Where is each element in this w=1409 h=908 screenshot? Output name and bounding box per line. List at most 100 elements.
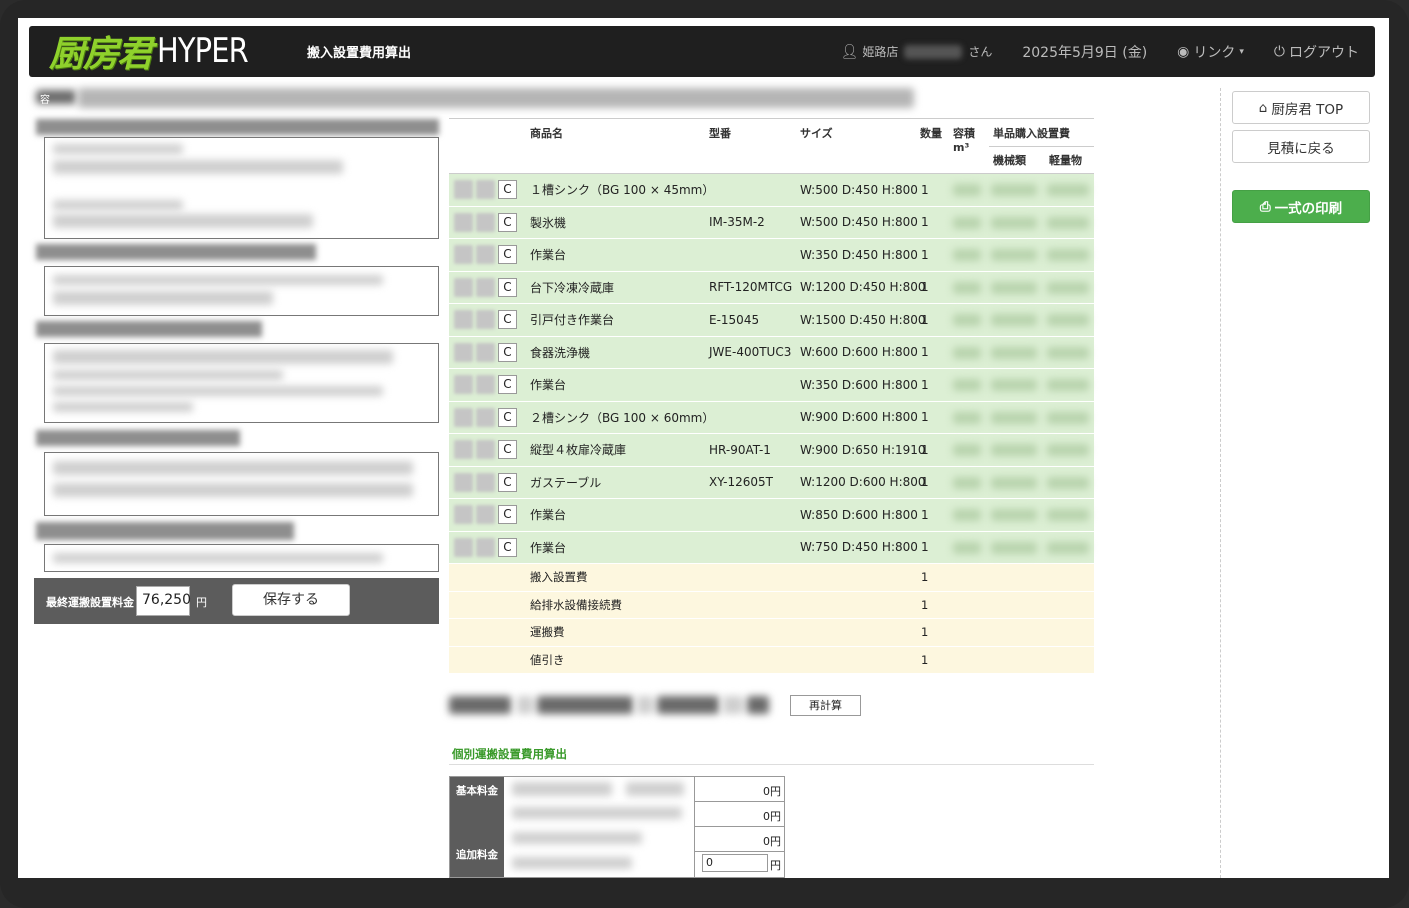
item-size: W:500 D:450 H:800 bbox=[800, 182, 918, 197]
row-action-button[interactable] bbox=[454, 310, 473, 329]
table-row: C ガステーブル XY-12605T W:1200 D:600 H:800 1 bbox=[449, 466, 1094, 499]
row-action-button[interactable] bbox=[476, 212, 495, 232]
copy-row-button[interactable]: C bbox=[498, 212, 517, 232]
copy-row-button[interactable]: C bbox=[498, 375, 517, 394]
print-all-button[interactable]: ⎙ 一式の印刷 bbox=[1232, 190, 1370, 223]
copy-row-button[interactable]: C bbox=[498, 407, 517, 427]
row-actions: C bbox=[454, 245, 517, 264]
row-action-button[interactable] bbox=[454, 180, 473, 199]
copy-row-button[interactable]: C bbox=[498, 310, 517, 329]
item-size: W:900 D:650 H:1910 bbox=[800, 442, 926, 457]
copy-row-button[interactable]: C bbox=[498, 537, 517, 557]
section-box-2 bbox=[44, 266, 439, 316]
fee-row: 値引き 1 bbox=[449, 646, 1094, 674]
row-action-button[interactable] bbox=[476, 537, 495, 557]
copy-row-button[interactable]: C bbox=[498, 472, 517, 492]
redacted-volume bbox=[953, 249, 981, 261]
row-action-button[interactable] bbox=[454, 440, 473, 459]
print-icon: ⎙ bbox=[1259, 198, 1271, 215]
row-action-button[interactable] bbox=[476, 505, 495, 524]
device-frame: 厨房君 HYPER 搬入設置費用算出 👤︎ 姫路店 さん 2025年5月9日 (… bbox=[0, 0, 1409, 908]
redacted-volume bbox=[953, 281, 981, 294]
container-label: 容 bbox=[40, 95, 50, 106]
copy-row-button[interactable]: C bbox=[498, 440, 517, 459]
row-actions: C bbox=[454, 212, 517, 232]
save-button[interactable]: 保存する bbox=[232, 584, 350, 616]
caret-down-icon: ▾ bbox=[1239, 46, 1244, 57]
top-navbar: 厨房君 HYPER 搬入設置費用算出 👤︎ 姫路店 さん 2025年5月9日 (… bbox=[29, 26, 1375, 77]
item-name: 引戸付き作業台 bbox=[530, 313, 615, 328]
app-logo[interactable]: 厨房君 HYPER bbox=[49, 30, 264, 75]
header-qty: 数量 bbox=[920, 127, 942, 140]
copy-row-button[interactable]: C bbox=[498, 505, 517, 524]
item-name: 作業台 bbox=[530, 540, 567, 555]
copy-row-button[interactable]: C bbox=[498, 245, 517, 264]
row-action-button[interactable] bbox=[454, 245, 473, 264]
item-size: W:500 D:450 H:800 bbox=[800, 215, 918, 230]
item-qty: 1 bbox=[921, 442, 929, 457]
redacted-volume bbox=[953, 346, 981, 359]
row-action-button[interactable] bbox=[476, 472, 495, 492]
row-action-button[interactable] bbox=[476, 375, 495, 394]
item-size: W:1200 D:600 H:800 bbox=[800, 475, 926, 490]
redacted-info-strip bbox=[78, 88, 914, 108]
header-unit-install: 単品購入設置費 bbox=[993, 127, 1070, 140]
redacted-volume bbox=[953, 379, 981, 391]
item-qty: 1 bbox=[921, 215, 929, 230]
row-action-button[interactable] bbox=[476, 245, 495, 264]
kitchen-top-button[interactable]: ⌂ 厨房君 TOP bbox=[1232, 91, 1370, 124]
final-fee-input[interactable]: 76,250 bbox=[136, 586, 191, 616]
copy-row-button[interactable]: C bbox=[498, 277, 517, 297]
link-menu[interactable]: ◉ リンク ▾ bbox=[1177, 42, 1244, 62]
logout-link[interactable]: ⏻ ログアウト bbox=[1274, 42, 1359, 62]
row-action-button[interactable] bbox=[476, 342, 495, 362]
row-action-button[interactable] bbox=[476, 407, 495, 427]
row-action-button[interactable] bbox=[476, 277, 495, 297]
row-action-button[interactable] bbox=[454, 342, 473, 362]
row-action-button[interactable] bbox=[454, 472, 473, 492]
row-action-button[interactable] bbox=[476, 310, 495, 329]
header-volume-unit: m³ bbox=[953, 141, 970, 154]
row-action-button[interactable] bbox=[476, 180, 495, 199]
product-table: 商品名 型番 サイズ 数量 容積 m³ 単品購入設置費 機械類 軽量物 C １槽シ… bbox=[449, 118, 1094, 674]
row-actions: C bbox=[454, 505, 517, 524]
item-model: HR-90AT-1 bbox=[709, 442, 771, 457]
row-action-button[interactable] bbox=[454, 407, 473, 427]
current-date: 2025年5月9日 (金) bbox=[1022, 44, 1148, 61]
section-box-3 bbox=[44, 343, 439, 423]
calc-value-3: 0円 bbox=[694, 827, 785, 852]
item-size: W:350 D:600 H:800 bbox=[800, 377, 918, 392]
redacted-light-fee bbox=[1047, 184, 1089, 196]
logout-label: ログアウト bbox=[1289, 44, 1359, 61]
extra-fee-input[interactable]: 0 bbox=[702, 854, 768, 872]
header-size: サイズ bbox=[800, 127, 833, 140]
fee-qty: 1 bbox=[921, 570, 929, 585]
item-qty: 1 bbox=[921, 312, 929, 327]
redacted-volume bbox=[953, 184, 981, 196]
recalc-button[interactable]: 再計算 bbox=[790, 695, 861, 716]
divider bbox=[449, 764, 1094, 765]
redacted-machine-fee bbox=[991, 476, 1037, 489]
user-name-redacted bbox=[904, 44, 963, 59]
redacted-machine-fee bbox=[991, 411, 1037, 424]
table-row: C 縦型４枚扉冷蔵庫 HR-90AT-1 W:900 D:650 H:1910 1 bbox=[449, 434, 1094, 467]
row-action-button[interactable] bbox=[454, 505, 473, 524]
globe-icon: ◉ bbox=[1177, 43, 1190, 60]
item-size: W:350 D:450 H:800 bbox=[800, 247, 918, 262]
fee-row: 給排水設備接続費 1 bbox=[449, 591, 1094, 619]
copy-row-button[interactable]: C bbox=[498, 342, 517, 362]
row-action-button[interactable] bbox=[454, 537, 473, 557]
row-action-button[interactable] bbox=[454, 212, 473, 232]
row-actions: C bbox=[454, 277, 517, 297]
copy-row-button[interactable]: C bbox=[498, 180, 517, 199]
row-action-button[interactable] bbox=[476, 440, 495, 459]
link-menu-label: リンク bbox=[1193, 44, 1236, 61]
row-action-button[interactable] bbox=[454, 277, 473, 297]
redacted-volume bbox=[953, 314, 981, 326]
redacted-volume bbox=[953, 541, 981, 554]
header-machine: 機械類 bbox=[993, 154, 1026, 167]
row-action-button[interactable] bbox=[454, 375, 473, 394]
fee-row: 運搬費 1 bbox=[449, 619, 1094, 647]
back-to-estimate-button[interactable]: 見積に戻る bbox=[1232, 130, 1370, 163]
item-size: W:600 D:600 H:800 bbox=[800, 345, 918, 360]
